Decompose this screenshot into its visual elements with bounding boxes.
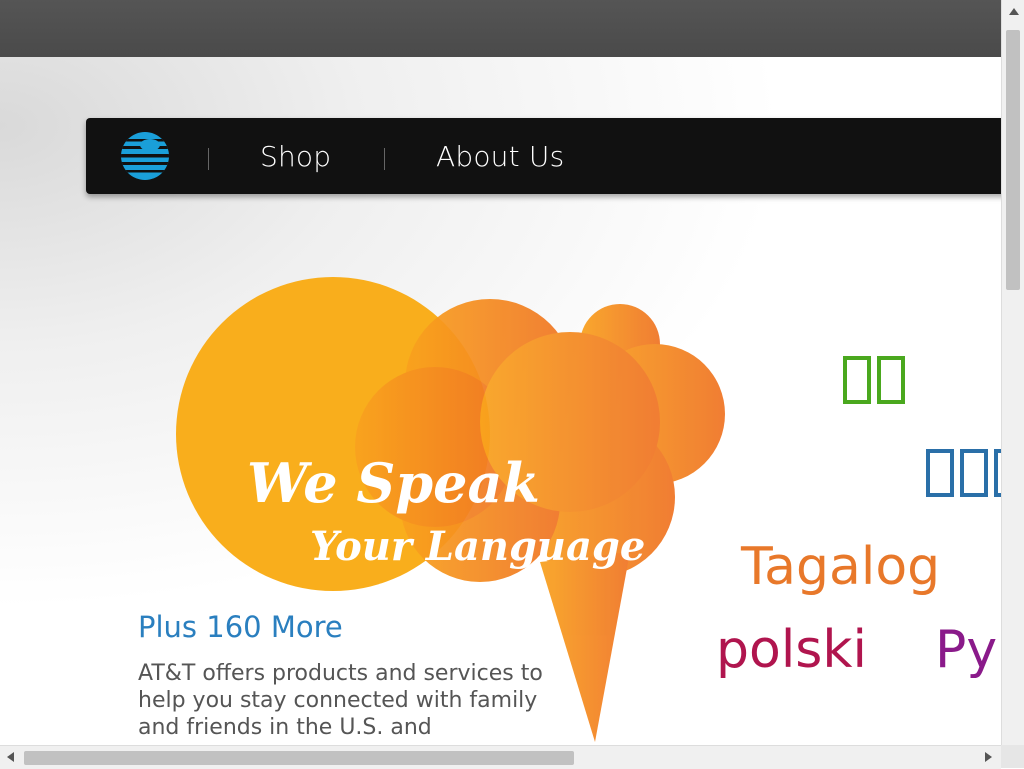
scroll-left-arrow-icon[interactable]	[7, 752, 14, 762]
scroll-right-arrow-icon[interactable]	[985, 752, 992, 762]
description-text: AT&T offers products and services to hel…	[138, 661, 543, 740]
nav-separator	[384, 148, 385, 170]
hero-title-line1: We Speak	[247, 451, 540, 515]
nav-separator	[208, 148, 209, 170]
language-tagalog: Tagalog	[741, 537, 941, 597]
scrollbar-corner	[1001, 745, 1024, 768]
nav-link-shop[interactable]: Shop	[260, 140, 331, 173]
vertical-scrollbar[interactable]	[1001, 0, 1024, 745]
page-content: Shop About Us We Speak Your Language Plu…	[0, 57, 1001, 745]
vertical-scroll-thumb[interactable]	[1006, 30, 1020, 290]
language-glyphs-partial	[926, 437, 1001, 502]
browser-top-bar	[0, 0, 1024, 57]
att-globe-icon[interactable]	[120, 131, 170, 181]
main-navbar: Shop About Us	[86, 118, 1001, 194]
hero-title-line2: Your Language	[310, 523, 645, 570]
scroll-up-arrow-icon[interactable]	[1009, 8, 1019, 15]
horizontal-scrollbar[interactable]	[0, 745, 1001, 769]
horizontal-scroll-thumb[interactable]	[24, 751, 574, 765]
plus-more-heading: Plus 160 More	[138, 610, 343, 644]
language-polish: polski	[716, 620, 867, 680]
language-russian-partial: Py	[935, 620, 998, 680]
nav-link-about-us[interactable]: About Us	[436, 140, 564, 173]
language-chinese-glyphs	[843, 344, 911, 409]
